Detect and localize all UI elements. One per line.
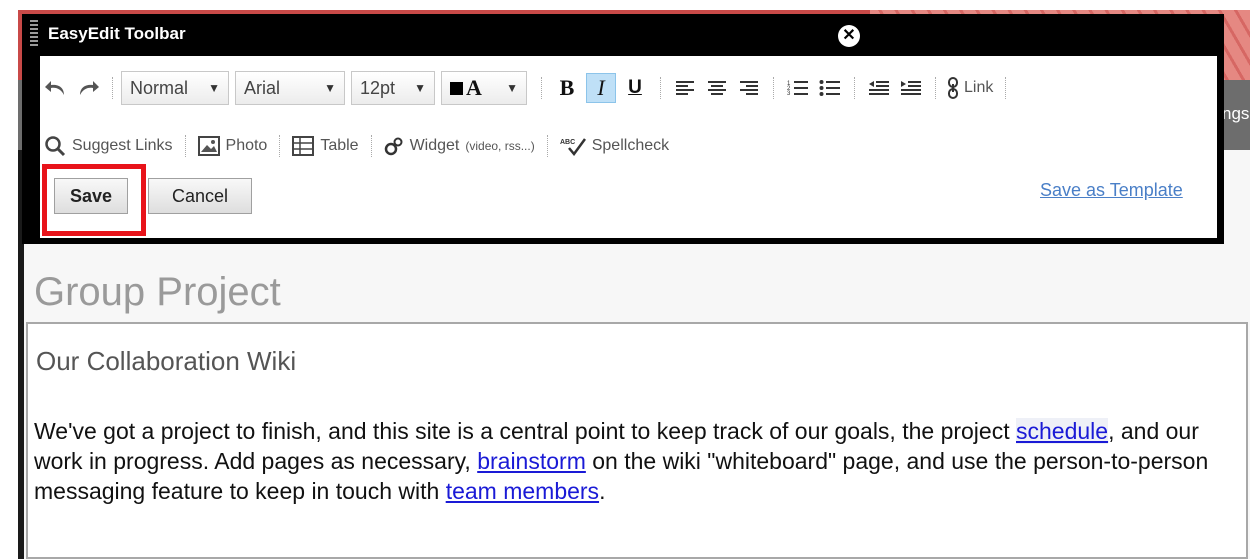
separator xyxy=(279,135,281,157)
separator xyxy=(184,135,186,157)
widget-button[interactable]: Widget (video, rss...) xyxy=(384,132,535,160)
text-color-letter: A xyxy=(466,75,482,100)
widget-gear-icon xyxy=(384,136,404,156)
paragraph-text: . xyxy=(599,478,606,504)
save-as-template-link[interactable]: Save as Template xyxy=(1040,180,1183,201)
bold-button[interactable]: B xyxy=(552,73,582,103)
toolbar-row-insert: Suggest Links Photo Table Widget (video,… xyxy=(40,128,673,164)
redo-icon[interactable] xyxy=(75,74,101,102)
widget-hint: (video, rss...) xyxy=(465,139,535,153)
photo-icon xyxy=(197,136,220,156)
spellcheck-icon: ABC xyxy=(560,136,586,156)
color-swatch-icon xyxy=(450,82,463,95)
outdent-icon[interactable] xyxy=(866,74,892,102)
paragraph-text: We've got a project to finish, and this … xyxy=(34,418,1016,444)
ordered-list-icon[interactable]: 123 xyxy=(785,74,811,102)
spellcheck-label: Spellcheck xyxy=(591,137,670,154)
chevron-down-icon: ▼ xyxy=(208,81,220,95)
separator xyxy=(112,77,113,99)
photo-button[interactable]: Photo xyxy=(197,132,268,160)
table-button[interactable]: Table xyxy=(292,132,359,160)
font-size-select[interactable]: 12pt ▼ xyxy=(351,71,435,105)
schedule-link[interactable]: schedule xyxy=(1016,418,1109,444)
toolbar-body: Normal ▼ Arial ▼ 12pt ▼ A ▼ B I U 1 2 3 … xyxy=(40,56,1217,238)
separator xyxy=(854,77,855,99)
indent-icon[interactable] xyxy=(898,74,924,102)
font-family-value: Arial xyxy=(244,77,281,98)
brainstorm-link[interactable]: brainstorm xyxy=(477,448,586,474)
svg-text:3: 3 xyxy=(787,91,791,97)
paragraph-style-value: Normal xyxy=(130,77,189,98)
suggest-links-button[interactable]: Suggest Links xyxy=(44,132,173,160)
separator xyxy=(370,135,372,157)
chain-link-icon xyxy=(948,77,958,99)
table-label: Table xyxy=(320,137,359,154)
italic-button[interactable]: I xyxy=(586,73,616,103)
font-size-value: 12pt xyxy=(360,77,396,98)
separator xyxy=(546,135,548,157)
navbar-partial-label: ngs xyxy=(1222,104,1250,123)
spellcheck-button[interactable]: ABC Spellcheck xyxy=(560,132,669,160)
separator xyxy=(660,77,661,99)
suggest-links-label: Suggest Links xyxy=(72,137,173,154)
cancel-button[interactable]: Cancel xyxy=(148,178,252,214)
wiki-paragraph: We've got a project to finish, and this … xyxy=(34,416,1224,506)
photo-label: Photo xyxy=(225,137,268,154)
bullet-list-icon[interactable] xyxy=(817,74,843,102)
chevron-down-icon: ▼ xyxy=(324,81,336,95)
table-icon xyxy=(292,136,315,156)
separator xyxy=(1005,77,1007,99)
separator xyxy=(541,77,542,99)
team-members-link[interactable]: team members xyxy=(446,478,599,504)
toolbar-row-formatting: Normal ▼ Arial ▼ 12pt ▼ A ▼ B I U 1 2 3 … xyxy=(40,70,1014,106)
wiki-editor-area[interactable]: Our Collaboration Wiki We've got a proje… xyxy=(26,322,1248,559)
svg-text:ABC: ABC xyxy=(560,139,575,146)
link-label: Link xyxy=(964,79,994,96)
separator xyxy=(773,77,774,99)
text-color-value: A xyxy=(450,75,482,101)
text-color-select[interactable]: A ▼ xyxy=(441,71,527,105)
link-button[interactable]: Link xyxy=(948,74,993,102)
wiki-heading: Our Collaboration Wiki xyxy=(36,346,297,376)
drag-handle-icon[interactable] xyxy=(30,20,38,46)
save-highlight-box xyxy=(42,164,146,236)
align-left-icon[interactable] xyxy=(672,74,698,102)
paragraph-style-select[interactable]: Normal ▼ xyxy=(121,71,229,105)
chevron-down-icon: ▼ xyxy=(506,81,518,95)
underline-button[interactable]: U xyxy=(620,73,650,103)
widget-label: Widget xyxy=(409,137,460,154)
align-right-icon[interactable] xyxy=(736,74,762,102)
magnifier-icon xyxy=(44,135,66,157)
toolbar-title: EasyEdit Toolbar xyxy=(48,24,186,43)
page-title: Group Project xyxy=(34,270,281,314)
close-icon[interactable]: ✕ xyxy=(838,25,860,47)
undo-icon[interactable] xyxy=(43,74,69,102)
font-family-select[interactable]: Arial ▼ xyxy=(235,71,345,105)
chevron-down-icon: ▼ xyxy=(414,81,426,95)
separator xyxy=(935,77,936,99)
align-center-icon[interactable] xyxy=(704,74,730,102)
